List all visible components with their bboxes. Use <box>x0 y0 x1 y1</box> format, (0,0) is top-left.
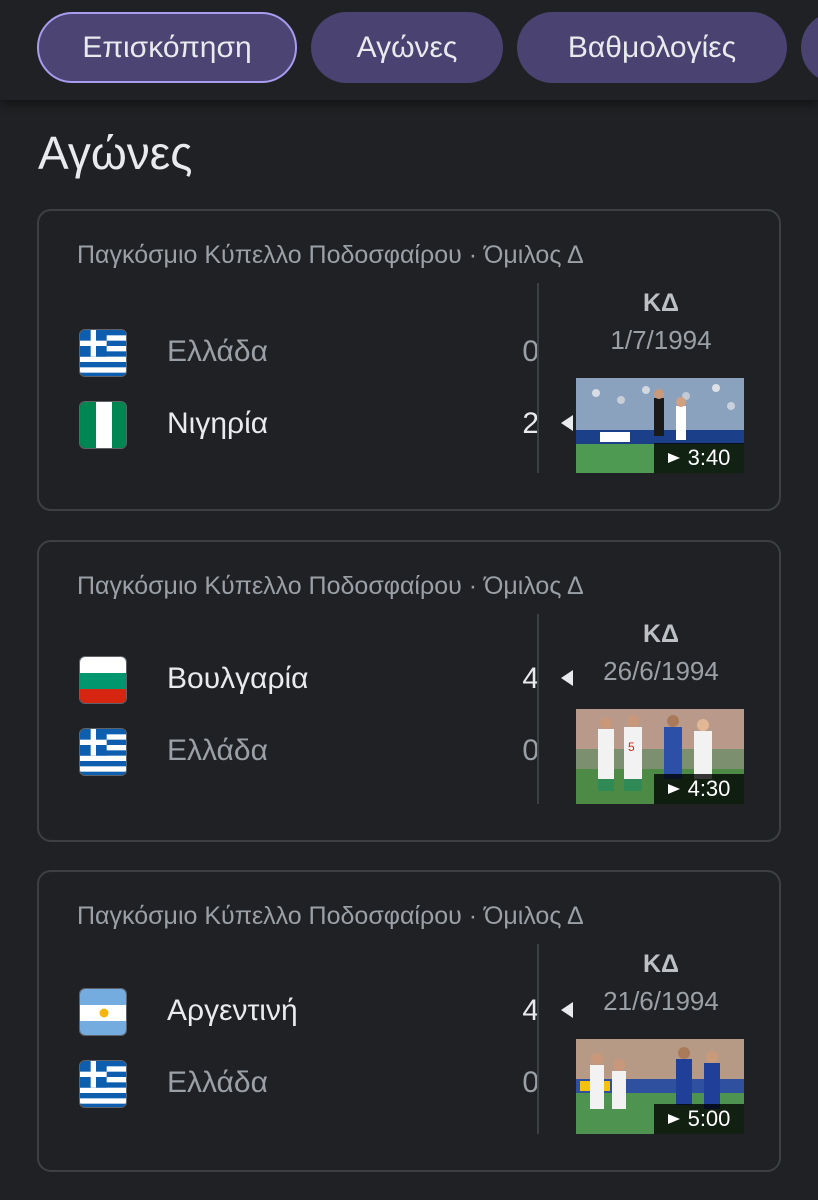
match-card[interactable]: Παγκόσμιο Κύπελλο Ποδοσφαίρου · Όμιλος Δ… <box>37 870 781 1172</box>
team-name: Αργεντινή <box>167 994 298 1027</box>
video-thumbnail[interactable]: 3:40 <box>576 378 744 473</box>
tab-standings[interactable]: Βαθμολογίες <box>517 12 787 83</box>
team-score: 4 <box>522 994 539 1027</box>
bulgaria-flag-icon <box>79 656 127 704</box>
greece-flag-icon <box>79 1060 127 1108</box>
play-icon <box>667 784 680 794</box>
nigeria-flag-icon <box>79 401 127 449</box>
team-name: Ελλάδα <box>167 734 268 767</box>
team-row: Νιγηρία 2 <box>79 399 573 449</box>
winner-arrow-icon <box>561 415 573 431</box>
team-row: Ελλάδα 0 <box>79 726 559 776</box>
svg-text:5: 5 <box>628 740 635 754</box>
play-icon <box>667 453 680 463</box>
video-thumbnail[interactable]: 5 4:30 <box>576 709 744 804</box>
match-status: ΚΔ <box>642 620 680 648</box>
competition-label: Παγκόσμιο Κύπελλο Ποδοσφαίρου · Όμιλος Δ <box>77 241 584 269</box>
greece-flag-icon <box>79 728 127 776</box>
video-duration: 3:40 <box>654 443 744 473</box>
argentina-flag-icon <box>79 988 127 1036</box>
team-name: Ελλάδα <box>167 1066 268 1099</box>
team-score: 2 <box>522 407 539 440</box>
team-score: 0 <box>522 734 539 767</box>
tab-matches[interactable]: Αγώνες <box>311 12 503 83</box>
competition-label: Παγκόσμιο Κύπελλο Ποδοσφαίρου · Όμιλος Δ <box>77 572 584 600</box>
team-score: 0 <box>522 335 539 368</box>
video-duration: 5:00 <box>654 1104 744 1134</box>
team-name: Ελλάδα <box>167 335 268 368</box>
competition-label: Παγκόσμιο Κύπελλο Ποδοσφαίρου · Όμιλος Δ <box>77 902 584 930</box>
match-date: 26/6/1994 <box>603 656 719 686</box>
team-score: 4 <box>522 662 539 695</box>
team-row: Ελλάδα 0 <box>79 1058 559 1108</box>
team-score: 0 <box>522 1066 539 1099</box>
tab-bar: Επισκόπηση Αγώνες Βαθμολογίες <box>0 0 818 100</box>
video-duration: 4:30 <box>654 774 744 804</box>
match-date: 21/6/1994 <box>603 986 719 1016</box>
divider <box>537 283 539 473</box>
match-card[interactable]: Παγκόσμιο Κύπελλο Ποδοσφαίρου · Όμιλος Δ… <box>37 209 781 511</box>
team-name: Βουλγαρία <box>167 662 309 695</box>
match-status: ΚΔ <box>642 289 680 317</box>
team-name: Νιγηρία <box>167 407 269 440</box>
tab-more[interactable] <box>801 12 818 83</box>
team-row: Ελλάδα 0 <box>79 327 559 377</box>
divider <box>537 944 539 1134</box>
video-thumbnail[interactable]: 5:00 <box>576 1039 744 1134</box>
greece-flag-icon <box>79 329 127 377</box>
section-title: Αγώνες <box>38 127 193 179</box>
play-icon <box>667 1114 680 1124</box>
team-row: Βουλγαρία 4 <box>79 654 573 704</box>
match-card[interactable]: Παγκόσμιο Κύπελλο Ποδοσφαίρου · Όμιλος Δ… <box>37 540 781 842</box>
match-date: 1/7/1994 <box>610 325 712 355</box>
team-row: Αργεντινή 4 <box>79 986 573 1036</box>
divider <box>537 614 539 804</box>
match-status: ΚΔ <box>642 950 680 978</box>
tab-overview[interactable]: Επισκόπηση <box>37 12 297 83</box>
